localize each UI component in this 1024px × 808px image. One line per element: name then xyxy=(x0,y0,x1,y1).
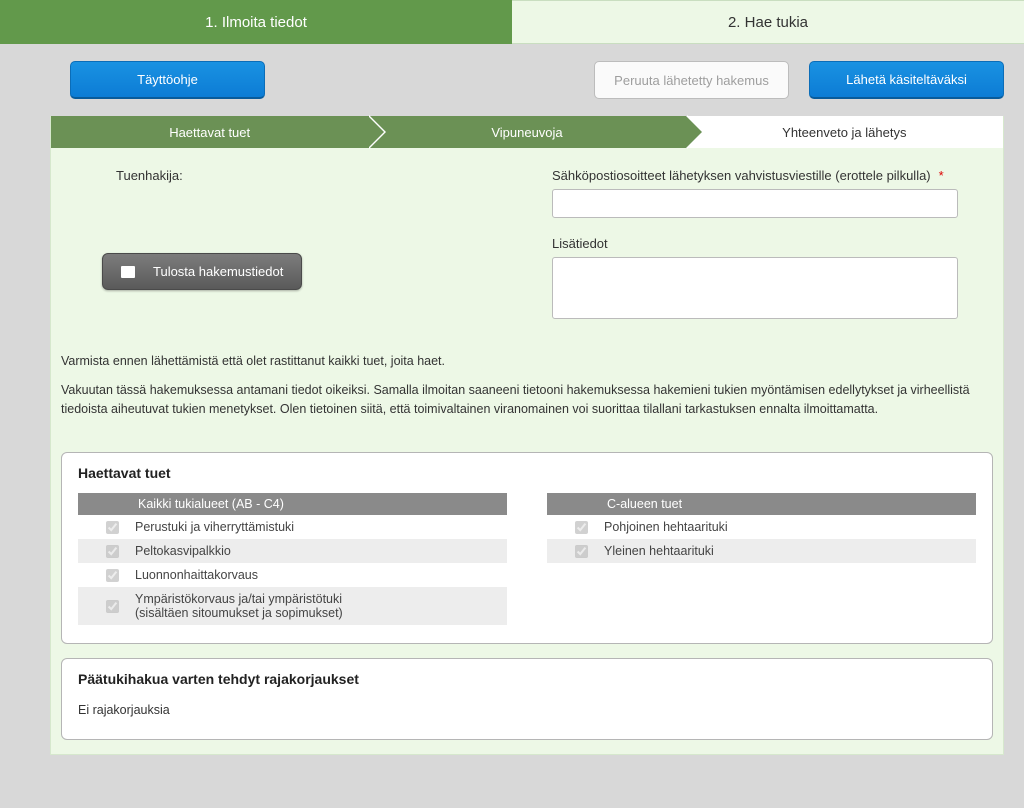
supports-panel: Haettavat tuet Kaikki tukialueet (AB - C… xyxy=(61,452,993,644)
disclaimer-line1: Varmista ennen lähettämistä että olet ra… xyxy=(61,352,993,371)
checkbox-perustuki[interactable] xyxy=(106,521,119,534)
boundary-text: Ei rajakorjauksia xyxy=(78,699,976,721)
page-tab-apply[interactable]: 2. Hae tukia xyxy=(512,0,1024,44)
checkbox-peltokasvi[interactable] xyxy=(106,545,119,558)
stepper: Haettavat tuet Vipuneuvoja Yhteenveto ja… xyxy=(51,116,1003,148)
list-item: Perustuki ja viherryttämistuki xyxy=(135,520,294,534)
page-tabs: 1. Ilmoita tiedot 2. Hae tukia xyxy=(0,0,1024,44)
notes-label: Lisätiedot xyxy=(552,236,958,251)
help-button[interactable]: Täyttöohje xyxy=(70,61,265,99)
cancel-button[interactable]: Peruuta lähetetty hakemus xyxy=(594,61,789,99)
checkbox-luonnonhaitta[interactable] xyxy=(106,569,119,582)
print-icon xyxy=(121,266,135,278)
disclaimer: Varmista ennen lähettämistä että olet ra… xyxy=(51,342,1003,448)
supports-panel-title: Haettavat tuet xyxy=(78,465,976,481)
toolbar: Täyttöohje Peruuta lähetetty hakemus Läh… xyxy=(0,44,1024,116)
step-supports[interactable]: Haettavat tuet xyxy=(51,116,368,148)
table-row: Pohjoinen hehtaarituki xyxy=(547,515,976,539)
right-group-header: C-alueen tuet xyxy=(547,493,976,515)
list-item: Pohjoinen hehtaarituki xyxy=(604,520,728,534)
submit-button[interactable]: Lähetä käsiteltäväksi xyxy=(809,61,1004,99)
notes-field[interactable] xyxy=(552,257,958,319)
table-row: Peltokasvipalkkio xyxy=(78,539,507,563)
table-row: Perustuki ja viherryttämistuki xyxy=(78,515,507,539)
boundary-panel: Päätukihakua varten tehdyt rajakorjaukse… xyxy=(61,658,993,740)
supports-left-column: Kaikki tukialueet (AB - C4) Perustuki ja… xyxy=(78,493,507,625)
left-group-header: Kaikki tukialueet (AB - C4) xyxy=(78,493,507,515)
step-summary[interactable]: Yhteenveto ja lähetys xyxy=(686,116,1003,148)
list-item: Peltokasvipalkkio xyxy=(135,544,231,558)
email-label: Sähköpostiosoitteet lähetyksen vahvistus… xyxy=(552,168,958,183)
disclaimer-line2: Vakuutan tässä hakemuksessa antamani tie… xyxy=(61,381,993,419)
print-button[interactable]: Tulosta hakemustiedot xyxy=(102,253,302,290)
list-item: Ympäristökorvaus ja/tai ympäristötuki (s… xyxy=(135,592,343,620)
print-button-label: Tulosta hakemustiedot xyxy=(153,264,283,279)
table-row: Yleinen hehtaarituki xyxy=(547,539,976,563)
supports-right-column: C-alueen tuet Pohjoinen hehtaarituki Yle… xyxy=(547,493,976,625)
applicant-label: Tuenhakija: xyxy=(116,168,183,183)
table-row: Luonnonhaittakorvaus xyxy=(78,563,507,587)
email-field[interactable] xyxy=(552,189,958,218)
checkbox-yleinen[interactable] xyxy=(575,545,588,558)
form-area: Tuenhakija: Tulosta hakemustiedot Sähköp… xyxy=(51,148,1003,342)
table-row: Ympäristökorvaus ja/tai ympäristötuki (s… xyxy=(78,587,507,625)
checkbox-ymparisto[interactable] xyxy=(106,600,119,613)
list-item: Yleinen hehtaarituki xyxy=(604,544,714,558)
checkbox-pohjoinen[interactable] xyxy=(575,521,588,534)
step-advisor[interactable]: Vipuneuvoja xyxy=(368,116,685,148)
page-tab-report[interactable]: 1. Ilmoita tiedot xyxy=(0,0,512,44)
list-item: Luonnonhaittakorvaus xyxy=(135,568,258,582)
required-asterisk: * xyxy=(939,168,944,183)
boundary-panel-title: Päätukihakua varten tehdyt rajakorjaukse… xyxy=(78,671,976,687)
main-container: Haettavat tuet Vipuneuvoja Yhteenveto ja… xyxy=(50,116,1004,755)
